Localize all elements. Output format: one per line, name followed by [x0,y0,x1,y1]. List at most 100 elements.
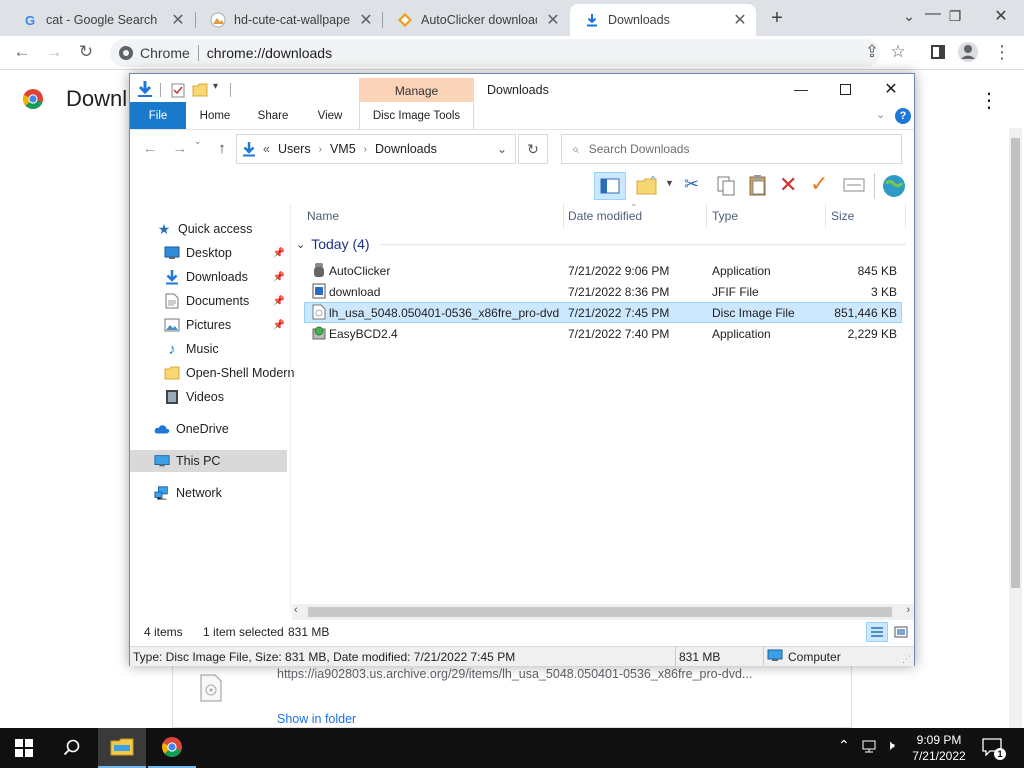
close-tab-icon[interactable]: ✕ [170,10,186,30]
tray-chevron-icon[interactable]: ⌃ [838,737,850,754]
scroll-right-icon[interactable]: › [906,604,910,616]
restore-button[interactable]: ❐ [932,0,978,32]
tab-disc-image-tools[interactable]: Disc Image Tools [359,102,474,129]
tab-share[interactable]: Share [250,102,296,129]
minimize-button[interactable]: — [788,78,814,100]
new-folder-icon[interactable] [192,82,208,98]
paste-icon[interactable] [748,174,768,196]
tab-view[interactable]: View [307,102,353,129]
close-window-button[interactable]: ✕ [978,0,1024,32]
scroll-left-icon[interactable]: ‹ [294,604,298,616]
tab-google-search[interactable]: G cat - Google Search ✕ [8,4,194,36]
pin-icon[interactable]: 📌 [273,272,285,283]
clock[interactable]: 9:09 PM 7/21/2022 [906,732,972,764]
address-dropdown-icon[interactable]: ⌄ [497,142,507,156]
start-button[interactable] [0,728,48,768]
resize-grip-icon[interactable]: ⋰ [902,654,911,665]
nav-desktop[interactable]: Desktop 📌 [130,242,287,264]
side-panel-icon[interactable] [926,40,950,64]
cut-icon[interactable]: ✂ [684,174,704,196]
nav-music[interactable]: ♪ Music [130,338,287,360]
expand-ribbon-icon[interactable]: ⌄ [876,108,885,121]
back-button[interactable]: ← [138,140,162,157]
column-header-date[interactable]: Date modified [568,204,704,228]
scrollbar-thumb[interactable] [308,607,892,617]
refresh-button[interactable]: ↻ [518,134,548,164]
bookmark-star-icon[interactable]: ☆ [886,40,910,64]
rename-icon[interactable] [843,177,865,193]
tab-autoclicker[interactable]: AutoClicker download ✕ [383,4,569,36]
pane-splitter[interactable] [290,204,291,612]
nav-videos[interactable]: Videos [130,386,287,408]
breadcrumb-vm5[interactable]: VM5 [330,142,356,156]
close-window-button[interactable]: ✕ [878,78,904,100]
new-tab-button[interactable]: + [764,6,790,30]
nav-network[interactable]: Network [130,482,287,504]
search-downloads-input[interactable]: ⌕ Search Downloads [561,134,902,164]
close-tab-icon[interactable]: ✕ [545,10,561,30]
group-header-today[interactable]: ⌄ Today (4) [296,236,906,252]
column-header-name[interactable]: Name [307,204,561,228]
new-folder-icon[interactable] [636,175,658,196]
nav-pictures[interactable]: Pictures 📌 [130,314,287,336]
nav-quick-access[interactable]: ★ Quick access [130,218,287,240]
globe-icon[interactable] [882,174,906,198]
forward-button[interactable]: → [168,140,192,157]
collapse-chevron-icon[interactable]: ⌄ [296,238,305,251]
column-header-size[interactable]: Size [831,204,901,228]
file-row-download[interactable]: download 7/21/2022 8:36 PM JFIF File 3 K… [304,281,902,302]
breadcrumb-users[interactable]: Users [278,142,311,156]
address-bar[interactable]: « Users › VM5 › Downloads ⌄ [236,134,516,164]
forward-button[interactable]: → [42,40,66,64]
tab-cat-wallpaper[interactable]: hd-cute-cat-wallpaper ✕ [196,4,382,36]
details-view-button[interactable] [866,622,888,642]
breadcrumb-downloads[interactable]: Downloads [375,142,437,156]
column-divider[interactable] [563,204,564,228]
nav-documents[interactable]: Documents 📌 [130,290,287,312]
file-explorer-taskbar-button[interactable] [98,728,146,768]
search-icon[interactable] [48,728,96,768]
column-divider[interactable] [825,204,826,228]
customize-toolbar-icon[interactable]: ▾ [213,81,218,92]
large-icons-view-button[interactable] [891,622,911,642]
help-icon[interactable]: ? [895,108,911,124]
tab-home[interactable]: Home [192,102,238,129]
column-divider[interactable] [905,204,906,228]
show-in-folder-link[interactable]: Show in folder [277,712,356,726]
volume-icon[interactable]: 🕨 [886,737,895,754]
download-url[interactable]: https://ia902803.us.archive.org/29/items… [277,667,777,681]
close-tab-icon[interactable]: ✕ [732,10,748,30]
column-header-type[interactable]: Type [712,204,822,228]
tab-downloads[interactable]: Downloads ✕ [570,4,756,36]
preview-pane-icon[interactable] [594,172,626,200]
file-row-disc-image[interactable]: lh_usa_5048.050401-0536_x86fre_pro-dvd 7… [304,302,902,323]
nav-this-pc[interactable]: This PC [130,450,287,472]
up-button[interactable]: ↑ [210,140,234,157]
column-divider[interactable] [706,204,707,228]
pin-icon[interactable]: 📌 [273,320,285,331]
back-button[interactable]: ← [10,40,34,64]
delete-icon[interactable]: ✕ [779,174,797,196]
reload-button[interactable]: ↻ [74,40,98,64]
nav-downloads[interactable]: Downloads 📌 [130,266,287,288]
copy-icon[interactable] [716,175,736,197]
nav-onedrive[interactable]: OneDrive [130,418,287,440]
checkmark-icon[interactable]: ✓ [810,173,828,195]
chrome-taskbar-button[interactable] [148,728,196,768]
nav-open-shell[interactable]: Open-Shell Modern [130,362,294,384]
page-scrollbar[interactable] [1009,128,1022,728]
profile-avatar[interactable] [956,40,980,64]
properties-icon[interactable] [170,82,186,98]
close-tab-icon[interactable]: ✕ [358,10,374,30]
recent-locations-icon[interactable]: ⌄ [194,136,202,147]
breadcrumb-overflow[interactable]: « [263,142,270,156]
page-menu-icon[interactable]: ⋮ [979,88,999,113]
network-tray-icon[interactable] [862,739,880,755]
file-row-autoclicker[interactable]: AutoClicker 7/21/2022 9:06 PM Applicatio… [304,260,902,281]
pin-icon[interactable]: 📌 [273,296,285,307]
share-icon[interactable]: ⇪ [860,40,884,64]
maximize-button[interactable] [832,78,858,100]
more-menu-icon[interactable]: ⋮ [990,40,1014,64]
file-row-easybcd[interactable]: EasyBCD2.4 7/21/2022 7:40 PM Application… [304,323,902,344]
omnibox[interactable]: Chrome chrome://downloads [110,39,880,67]
